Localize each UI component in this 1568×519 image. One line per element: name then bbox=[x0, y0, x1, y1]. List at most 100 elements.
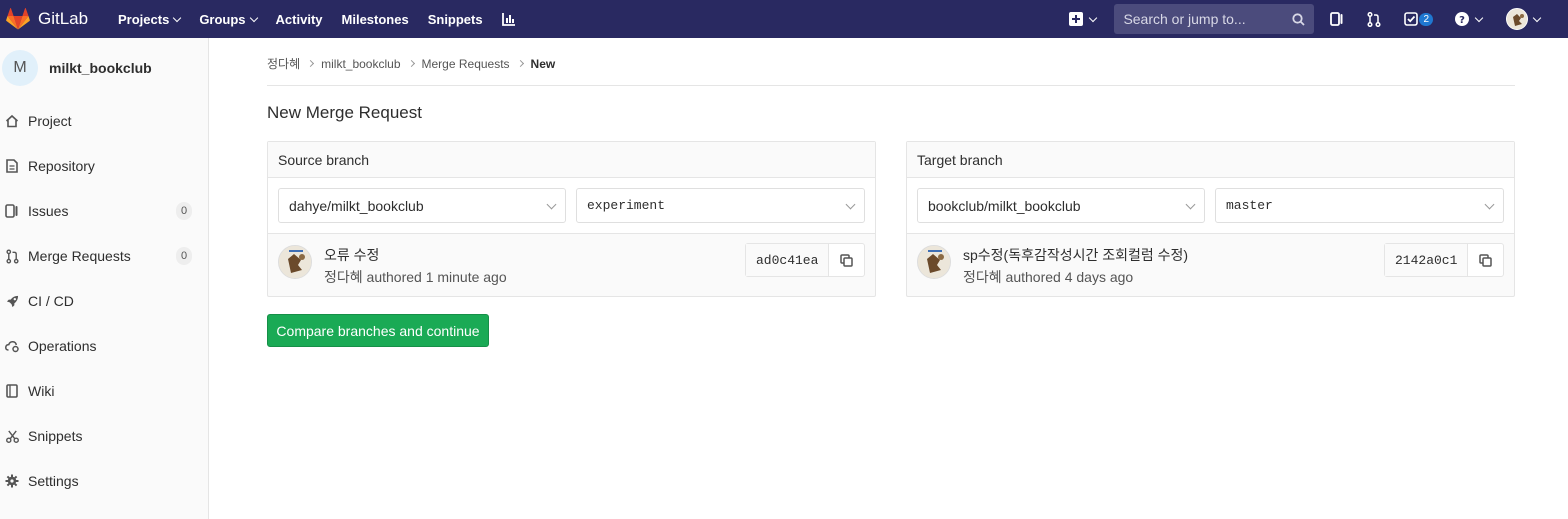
search-placeholder: Search or jump to... bbox=[1123, 11, 1246, 27]
breadcrumb-project[interactable]: milkt_bookclub bbox=[321, 57, 400, 71]
sidebar-item-label: Wiki bbox=[28, 383, 55, 399]
chevron-right-icon bbox=[407, 59, 415, 68]
target-project-dropdown[interactable]: bookclub/milkt_bookclub bbox=[917, 188, 1205, 223]
user-avatar bbox=[1506, 8, 1528, 30]
nav-snippets-link[interactable]: Snippets bbox=[428, 12, 483, 27]
target-branch-heading: Target branch bbox=[907, 142, 1514, 178]
gitlab-home-link[interactable]: GitLab bbox=[6, 8, 110, 30]
target-project-value: bookclub/milkt_bookclub bbox=[928, 197, 1081, 214]
todos-count-badge: 2 bbox=[1419, 12, 1433, 26]
page-title: New Merge Request bbox=[267, 103, 422, 122]
commit-author-avatar bbox=[278, 245, 312, 279]
rocket-icon bbox=[4, 293, 20, 309]
project-name: milkt_bookclub bbox=[49, 60, 152, 76]
sidebar-item-operations[interactable]: Operations bbox=[0, 331, 208, 361]
copy-sha-button[interactable] bbox=[1468, 244, 1503, 276]
chevron-down-icon bbox=[845, 199, 856, 210]
commit-author-name[interactable]: 정다혜 bbox=[963, 269, 1002, 285]
sidebar-item-label: Settings bbox=[28, 473, 79, 489]
top-navbar: GitLab Projects Groups Activity Mileston… bbox=[0, 0, 1568, 38]
commit-time: authored 4 days ago bbox=[1005, 269, 1134, 285]
new-item-dropdown[interactable] bbox=[1069, 12, 1098, 26]
svg-text:?: ? bbox=[1459, 15, 1465, 26]
nav-groups-label: Groups bbox=[199, 11, 246, 27]
project-sidebar: M milkt_bookclub Project Repository Issu… bbox=[0, 38, 209, 519]
target-commit-meta: 정다혜 authored 4 days ago bbox=[963, 267, 1133, 287]
target-commit-sha[interactable]: 2142a0c1 bbox=[1385, 244, 1469, 276]
nav-milestones-link[interactable]: Milestones bbox=[342, 12, 409, 27]
search-input[interactable]: Search or jump to... bbox=[1114, 4, 1315, 34]
nav-projects-label: Projects bbox=[118, 11, 170, 27]
breadcrumb-current[interactable]: New bbox=[531, 57, 556, 71]
analytics-chart-icon[interactable] bbox=[501, 12, 516, 26]
breadcrumb-user[interactable]: 정다혜 bbox=[267, 55, 300, 72]
sidebar-item-label: CI / CD bbox=[28, 293, 74, 309]
sidebar-item-issues[interactable]: Issues 0 bbox=[0, 196, 208, 226]
nav-projects-dropdown[interactable]: Projects bbox=[118, 11, 182, 27]
sidebar-item-project[interactable]: Project bbox=[0, 106, 208, 136]
issues-nav-icon[interactable] bbox=[1330, 12, 1344, 26]
target-commit-title[interactable]: sp수정(독후감작성시간 조회컬럼 수정) bbox=[963, 245, 1188, 265]
sidebar-item-label: Issues bbox=[28, 203, 69, 219]
sidebar-item-wiki[interactable]: Wiki bbox=[0, 376, 208, 406]
sidebar-item-label: Merge Requests bbox=[28, 248, 131, 264]
breadcrumb-merge-requests[interactable]: Merge Requests bbox=[422, 57, 510, 71]
target-branch-panel: Target branch bookclub/milkt_bookclub ma… bbox=[906, 141, 1515, 297]
gitlab-logo-icon bbox=[6, 8, 30, 30]
sidebar-item-label: Operations bbox=[28, 338, 97, 354]
nav-activity-link[interactable]: Activity bbox=[276, 12, 323, 27]
commit-author-name[interactable]: 정다혜 bbox=[324, 269, 363, 285]
commit-author-avatar bbox=[917, 245, 951, 279]
merge-request-icon bbox=[4, 248, 20, 264]
sidebar-project-header[interactable]: M milkt_bookclub bbox=[0, 38, 208, 98]
source-branch-dropdown[interactable]: experiment bbox=[576, 188, 865, 223]
source-project-dropdown[interactable]: dahye/milkt_bookclub bbox=[278, 188, 566, 223]
help-dropdown[interactable]: ? bbox=[1455, 12, 1484, 26]
commit-time: authored 1 minute ago bbox=[366, 269, 507, 285]
chevron-down-icon bbox=[1474, 13, 1484, 22]
plus-square-icon bbox=[1069, 12, 1084, 26]
copy-icon bbox=[1479, 253, 1493, 267]
target-commit-row: sp수정(독후감작성시간 조회컬럼 수정) 정다혜 authored 4 day… bbox=[907, 234, 1514, 296]
compare-branches-button[interactable]: Compare branches and continue bbox=[267, 314, 489, 347]
source-branch-heading: Source branch bbox=[268, 142, 875, 178]
sidebar-item-merge-requests[interactable]: Merge Requests 0 bbox=[0, 241, 208, 271]
merge-requests-count-badge: 0 bbox=[176, 247, 192, 265]
user-menu-dropdown[interactable] bbox=[1506, 8, 1542, 30]
cloud-gear-icon bbox=[4, 338, 20, 354]
issues-icon bbox=[4, 203, 20, 219]
breadcrumb-divider bbox=[267, 85, 1515, 86]
target-branch-value: master bbox=[1226, 198, 1273, 213]
home-icon bbox=[4, 113, 20, 129]
book-icon bbox=[4, 383, 20, 399]
merge-requests-nav-icon[interactable] bbox=[1367, 11, 1381, 27]
sidebar-item-label: Snippets bbox=[28, 428, 83, 444]
sidebar-item-snippets[interactable]: Snippets bbox=[0, 421, 208, 451]
source-commit-meta: 정다혜 authored 1 minute ago bbox=[324, 267, 507, 287]
sidebar-item-label: Project bbox=[28, 113, 72, 129]
copy-sha-button[interactable] bbox=[829, 244, 864, 276]
chevron-down-icon bbox=[249, 13, 258, 22]
todos-nav-icon[interactable]: 2 bbox=[1404, 12, 1433, 26]
sidebar-item-repository[interactable]: Repository bbox=[0, 151, 208, 181]
sidebar-item-ci-cd[interactable]: CI / CD bbox=[0, 286, 208, 316]
scissors-icon bbox=[4, 428, 20, 444]
doc-icon bbox=[4, 158, 20, 174]
chevron-down-icon bbox=[1484, 199, 1495, 210]
question-circle-icon: ? bbox=[1455, 12, 1469, 26]
chevron-down-icon bbox=[173, 13, 182, 22]
source-commit-sha[interactable]: ad0c41ea bbox=[746, 244, 830, 276]
copy-icon bbox=[840, 253, 854, 267]
chevron-down-icon bbox=[1532, 13, 1542, 22]
nav-groups-dropdown[interactable]: Groups bbox=[199, 11, 258, 27]
breadcrumb: 정다혜 milkt_bookclub Merge Requests New bbox=[267, 55, 555, 72]
gear-icon bbox=[4, 473, 20, 489]
sidebar-item-settings[interactable]: Settings bbox=[0, 466, 208, 496]
source-commit-title[interactable]: 오류 수정 bbox=[324, 245, 379, 265]
source-commit-row: 오류 수정 정다혜 authored 1 minute ago ad0c41ea bbox=[268, 234, 875, 296]
issues-count-badge: 0 bbox=[176, 202, 192, 220]
chevron-down-icon bbox=[1089, 13, 1098, 22]
source-branch-panel: Source branch dahye/milkt_bookclub exper… bbox=[267, 141, 876, 297]
source-project-value: dahye/milkt_bookclub bbox=[289, 197, 424, 214]
target-branch-dropdown[interactable]: master bbox=[1215, 188, 1504, 223]
